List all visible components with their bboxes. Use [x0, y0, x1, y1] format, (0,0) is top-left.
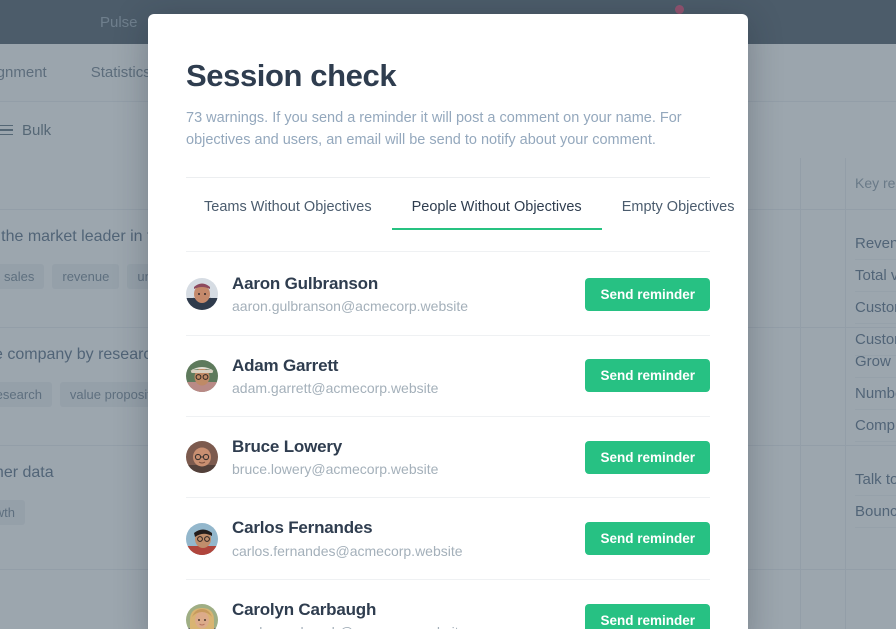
person-email: adam.garrett@acmecorp.website [232, 379, 439, 396]
person-info: Adam Garrett adam.garrett@acmecorp.websi… [232, 355, 571, 397]
person-email: carolyn.carbaugh@acmecorp.website [232, 623, 571, 629]
tab-teams-without-objectives[interactable]: Teams Without Objectives [186, 199, 392, 230]
person-name: Adam Garrett [232, 355, 339, 375]
avatar-image-bruce-lowery [186, 441, 218, 474]
list-item: Aaron Gulbranson aaron.gulbranson@acmeco… [186, 251, 710, 336]
person-email: aaron.gulbranson@acmecorp.website [232, 298, 469, 315]
modal-title: Session check [186, 58, 397, 93]
avatar [186, 604, 218, 629]
person-name: Bruce Lowery [232, 436, 343, 456]
session-check-modal: Session check 73 warnings. If you send a… [148, 14, 748, 629]
tab-people-without-objectives[interactable]: People Without Objectives [391, 199, 602, 231]
divider [186, 177, 710, 179]
list-item: Carlos Fernandes carlos.fernandes@acmeco… [186, 498, 710, 580]
avatar-image-carlos-fernandes [186, 522, 218, 555]
avatar-image-carolyn-carbaugh [186, 604, 218, 629]
send-reminder-button[interactable]: Send reminder [585, 522, 710, 556]
avatar [186, 522, 218, 555]
person-info: Carlos Fernandes carlos.fernandes@acmeco… [232, 517, 571, 559]
avatar [186, 441, 218, 474]
people-list: Aaron Gulbranson aaron.gulbranson@acmeco… [186, 251, 710, 629]
send-reminder-button[interactable]: Send reminder [585, 277, 710, 311]
send-reminder-button[interactable]: Send reminder [585, 603, 710, 629]
person-email: bruce.lowery@acmecorp.website [232, 461, 439, 478]
avatar-image-adam-garrett [186, 359, 218, 392]
avatar [186, 359, 218, 392]
avatar [186, 278, 218, 311]
list-item: Adam Garrett adam.garrett@acmecorp.websi… [186, 336, 710, 417]
person-name: Aaron Gulbranson [232, 274, 379, 294]
send-reminder-button[interactable]: Send reminder [585, 359, 710, 393]
send-reminder-button[interactable]: Send reminder [585, 440, 710, 474]
tab-empty-objectives[interactable]: Empty Objectives [602, 199, 748, 230]
person-name: Carolyn Carbaugh [232, 599, 377, 619]
list-item: Carolyn Carbaugh carolyn.carbaugh@acmeco… [186, 580, 710, 629]
modal-tabs: Teams Without Objectives People Without … [186, 199, 735, 231]
person-info: Aaron Gulbranson aaron.gulbranson@acmeco… [232, 273, 571, 315]
person-name: Carlos Fernandes [232, 518, 373, 538]
avatar-image-aaron-gulbranson [186, 278, 218, 311]
app-root: Pulse OKRs People Insightboards Setup Gu… [0, 0, 896, 629]
person-email: carlos.fernandes@acmecorp.website [232, 542, 463, 559]
list-item: Bruce Lowery bruce.lowery@acmecorp.websi… [186, 417, 710, 499]
modal-description: 73 warnings. If you send a reminder it w… [186, 110, 682, 149]
person-info: Bruce Lowery bruce.lowery@acmecorp.websi… [232, 436, 571, 478]
person-info: Carolyn Carbaugh carolyn.carbaugh@acmeco… [232, 599, 571, 629]
